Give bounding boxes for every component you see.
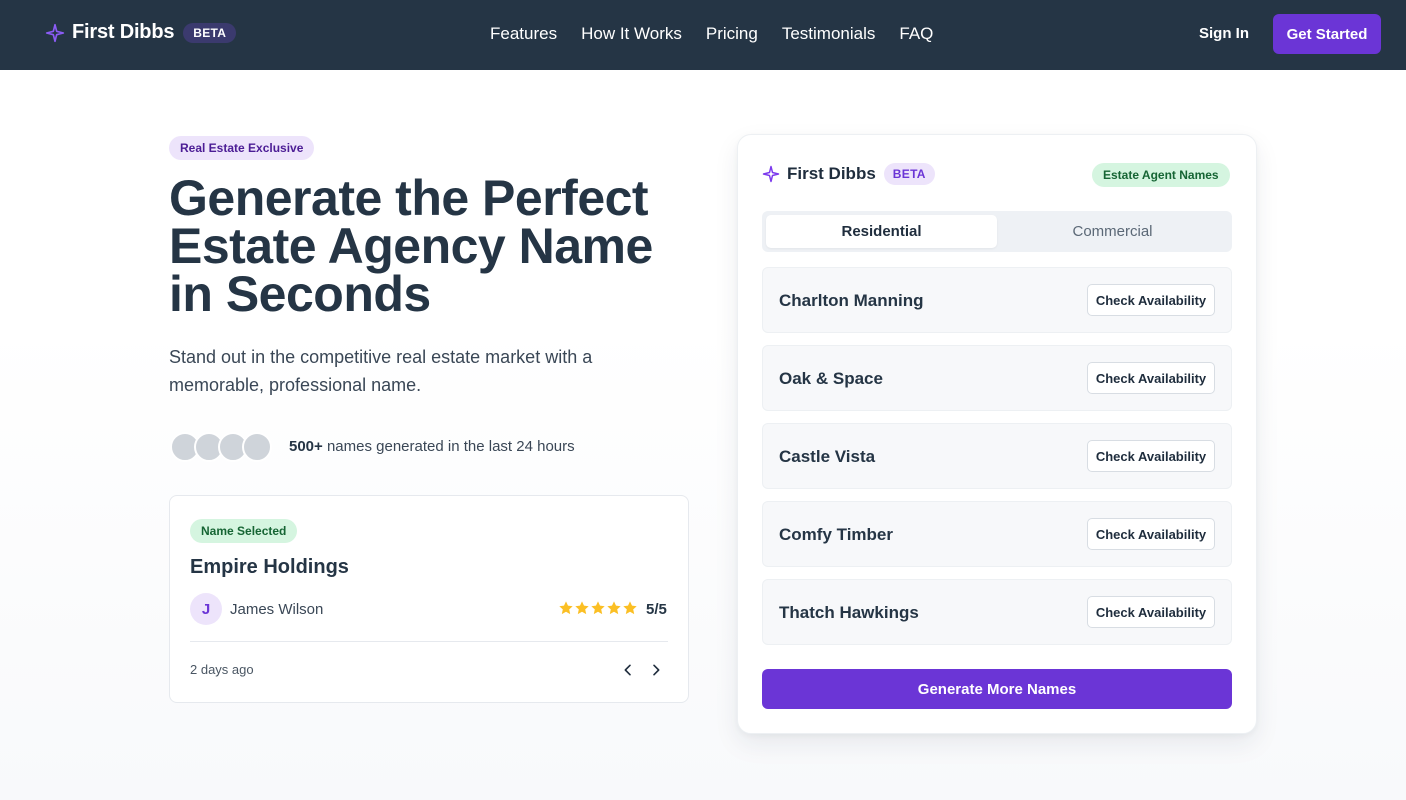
nav-link-features[interactable]: Features (490, 24, 557, 44)
list-item: Charlton Manning Check Availability (762, 267, 1232, 333)
beta-badge: BETA (183, 22, 237, 43)
list-item: Comfy Timber Check Availability (762, 501, 1232, 567)
star-icon (559, 601, 573, 615)
sparkle-icon (762, 165, 780, 183)
generated-name: Thatch Hawkings (779, 603, 919, 622)
check-availability-button[interactable]: Check Availability (1087, 596, 1215, 628)
beta-badge: BETA (883, 163, 935, 185)
panel-brand: First Dibbs BETA (762, 163, 935, 185)
user-name: James Wilson (230, 601, 324, 618)
star-icon (607, 601, 621, 615)
nav-link-pricing[interactable]: Pricing (706, 24, 758, 44)
nav-link-how-it-works[interactable]: How It Works (581, 24, 682, 44)
check-availability-button[interactable]: Check Availability (1087, 284, 1215, 316)
sparkle-icon (45, 23, 65, 42)
name-generator-panel: First Dibbs BETA Estate Agent Names Resi… (737, 134, 1257, 734)
social-proof-label: names generated in the last 24 hours (322, 438, 575, 455)
testimonial-date: 2 days ago (190, 662, 254, 677)
generated-name: Charlton Manning (779, 291, 924, 310)
check-availability-button[interactable]: Check Availability (1087, 440, 1215, 472)
chevron-left-icon[interactable] (620, 662, 636, 678)
social-proof-count: 500+ (289, 438, 323, 455)
hero-subtitle: Stand out in the competitive real estate… (169, 347, 593, 395)
star-icon (623, 601, 637, 615)
real-estate-tag: Real Estate Exclusive (169, 136, 315, 160)
selected-name: Empire Holdings (190, 556, 349, 578)
divider (190, 641, 668, 642)
estate-agent-names-badge: Estate Agent Names (1092, 163, 1230, 187)
brand-name: First Dibbs (72, 21, 175, 43)
brand-logo[interactable]: First Dibbs BETA (45, 21, 237, 44)
get-started-button[interactable]: Get Started (1273, 14, 1381, 54)
generated-name: Oak & Space (779, 369, 883, 388)
top-navbar: First Dibbs BETA Features How It Works P… (0, 0, 1406, 70)
generate-more-names-button[interactable]: Generate More Names (762, 669, 1232, 709)
hero-title: Generate the Perfect Estate Agency Name … (169, 170, 653, 322)
user-avatar: J (190, 593, 222, 625)
star-icon (575, 601, 589, 615)
generated-name: Comfy Timber (779, 525, 893, 544)
type-tabs: Residential Commercial (762, 211, 1232, 252)
tab-residential[interactable]: Residential (766, 215, 997, 248)
check-availability-button[interactable]: Check Availability (1087, 518, 1215, 550)
check-availability-button[interactable]: Check Availability (1087, 362, 1215, 394)
name-list: Charlton Manning Check Availability Oak … (762, 267, 1232, 657)
list-item: Thatch Hawkings Check Availability (762, 579, 1232, 645)
panel-brand-name: First Dibbs (787, 164, 876, 183)
generated-name: Castle Vista (779, 447, 876, 466)
chevron-right-icon[interactable] (648, 662, 664, 678)
list-item: Castle Vista Check Availability (762, 423, 1232, 489)
rating-value: 5/5 (646, 601, 667, 618)
nav-link-faq[interactable]: FAQ (899, 24, 933, 44)
avatar-stack (170, 432, 272, 462)
tab-commercial[interactable]: Commercial (997, 215, 1228, 248)
star-rating (558, 600, 638, 616)
avatar (242, 432, 272, 462)
name-selected-badge: Name Selected (190, 519, 298, 543)
list-item: Oak & Space Check Availability (762, 345, 1232, 411)
sign-in-link[interactable]: Sign In (1199, 25, 1249, 42)
nav-links: Features How It Works Pricing Testimonia… (490, 24, 957, 44)
star-icon (591, 601, 605, 615)
nav-link-testimonials[interactable]: Testimonials (782, 24, 876, 44)
social-proof-text: 500+ names generated in the last 24 hour… (289, 438, 575, 455)
testimonial-card: Name Selected Empire Holdings J James Wi… (169, 495, 689, 703)
